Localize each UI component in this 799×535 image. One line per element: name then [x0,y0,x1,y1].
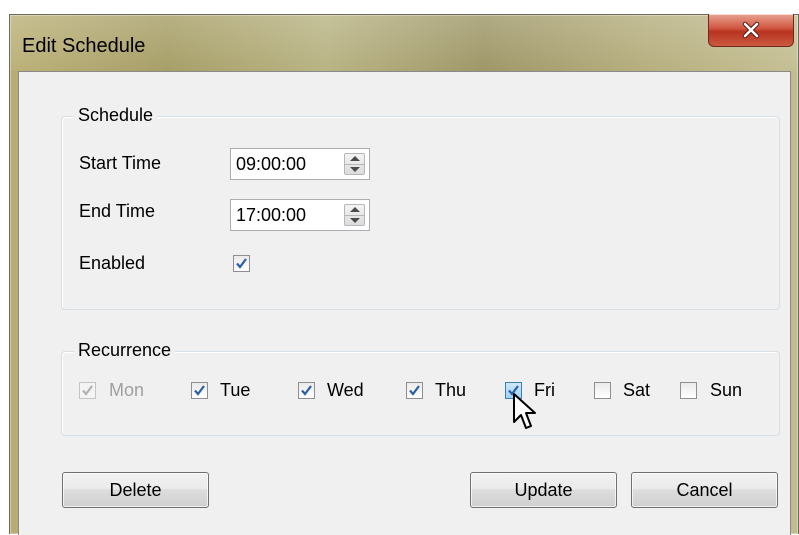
update-button[interactable]: Update [470,472,617,508]
check-mark-icon [301,385,312,396]
mouse-cursor-icon [513,393,536,429]
spin-down-icon[interactable] [350,167,360,172]
day-label-mon: Mon [109,380,145,400]
day-checkbox-sun[interactable] [680,382,697,399]
check-mark-icon [409,385,420,396]
cancel-button[interactable]: Cancel [631,472,778,508]
check-mark-icon [236,258,247,269]
day-label-tue: Tue [220,380,251,400]
enabled-checkbox[interactable] [233,255,250,272]
end-time-value: 17:00:00 [236,205,307,225]
day-label-sat: Sat [623,380,651,400]
recurrence-group-title: Recurrence [74,340,176,361]
enabled-label: Enabled [79,253,146,273]
day-label-sun: Sun [710,380,743,400]
check-mark-icon [82,385,93,396]
start-time-label: Start Time [79,153,162,173]
end-time-spin-buttons[interactable] [344,204,365,226]
spin-divider [345,164,364,165]
day-label-wed: Wed [327,380,364,400]
day-checkbox-tue[interactable] [191,382,208,399]
title-bar[interactable]: Edit Schedule [10,14,798,71]
edit-schedule-window: Edit Schedule Schedule Start Time 09:00:… [9,14,799,535]
day-checkbox-sat[interactable] [594,382,611,399]
spin-down-icon[interactable] [350,218,360,223]
day-checkbox-wed[interactable] [298,382,315,399]
recurrence-group: Recurrence Mon Tue Wed Thu Fri Sat Sun [61,340,780,436]
close-x-icon [742,21,760,39]
spin-up-icon[interactable] [350,156,360,161]
schedule-group: Schedule Start Time 09:00:00 End Time 17… [61,105,780,310]
day-label-thu: Thu [435,380,467,400]
start-time-input[interactable]: 09:00:00 [230,148,370,180]
end-time-label: End Time [79,201,156,221]
spin-up-icon[interactable] [350,207,360,212]
day-checkbox-mon [79,382,96,399]
schedule-group-title: Schedule [74,105,158,126]
start-time-value: 09:00:00 [236,154,307,174]
close-button[interactable] [708,14,794,47]
delete-button[interactable]: Delete [62,472,209,508]
check-mark-icon [194,385,205,396]
day-checkbox-thu[interactable] [406,382,423,399]
end-time-input[interactable]: 17:00:00 [230,199,370,231]
window-title: Edit Schedule [22,35,146,57]
start-time-spin-buttons[interactable] [344,153,365,175]
spin-divider [345,215,364,216]
dialog-client-area: Schedule Start Time 09:00:00 End Time 17… [18,71,791,535]
